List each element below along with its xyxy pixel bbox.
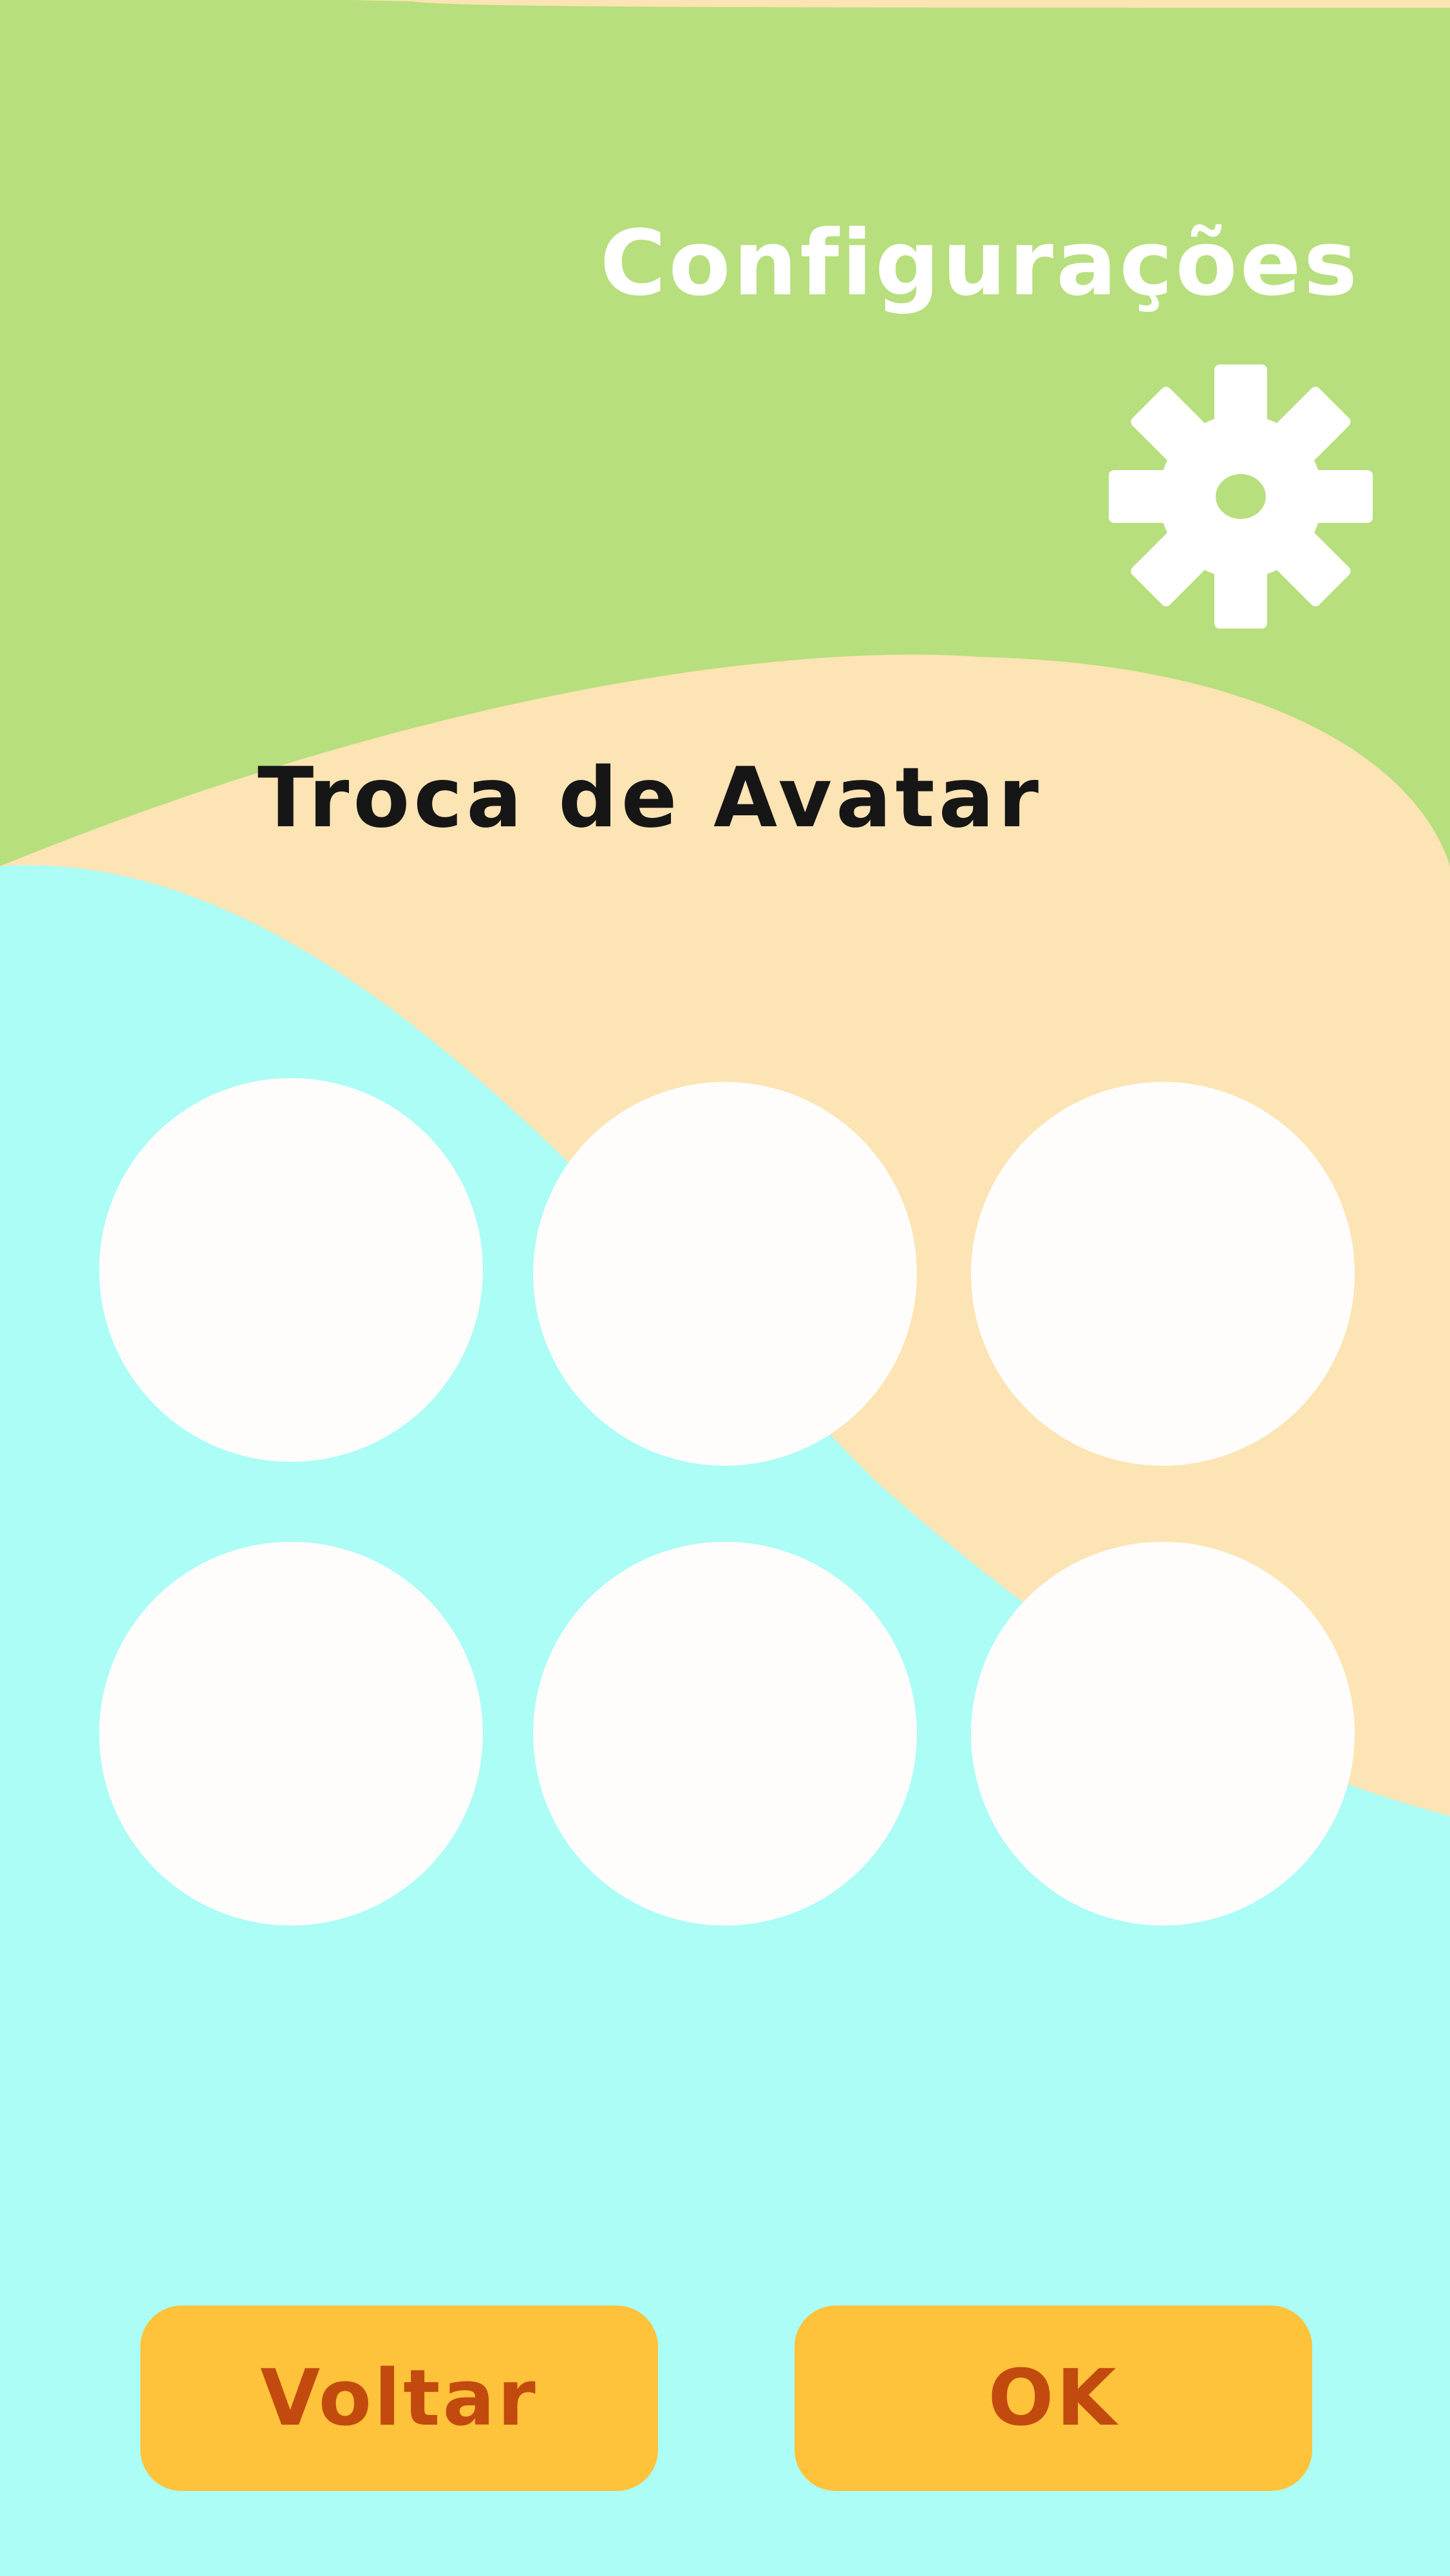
avatar-option-5[interactable] xyxy=(533,1542,917,1926)
gear-icon xyxy=(1109,365,1373,629)
section-heading: Troca de Avatar xyxy=(258,750,1043,846)
avatar-option-1[interactable] xyxy=(99,1078,483,1462)
avatar-option-6[interactable] xyxy=(971,1542,1355,1926)
settings-screen: Configurações Troca de Avatar Voltar OK xyxy=(0,0,1450,2576)
avatar-option-4[interactable] xyxy=(99,1542,483,1926)
avatar-option-3[interactable] xyxy=(971,1082,1355,1466)
back-button[interactable]: Voltar xyxy=(140,2306,658,2491)
avatar-option-2[interactable] xyxy=(533,1082,917,1466)
ok-button[interactable]: OK xyxy=(795,2306,1312,2491)
page-title: Configurações xyxy=(599,211,1360,316)
